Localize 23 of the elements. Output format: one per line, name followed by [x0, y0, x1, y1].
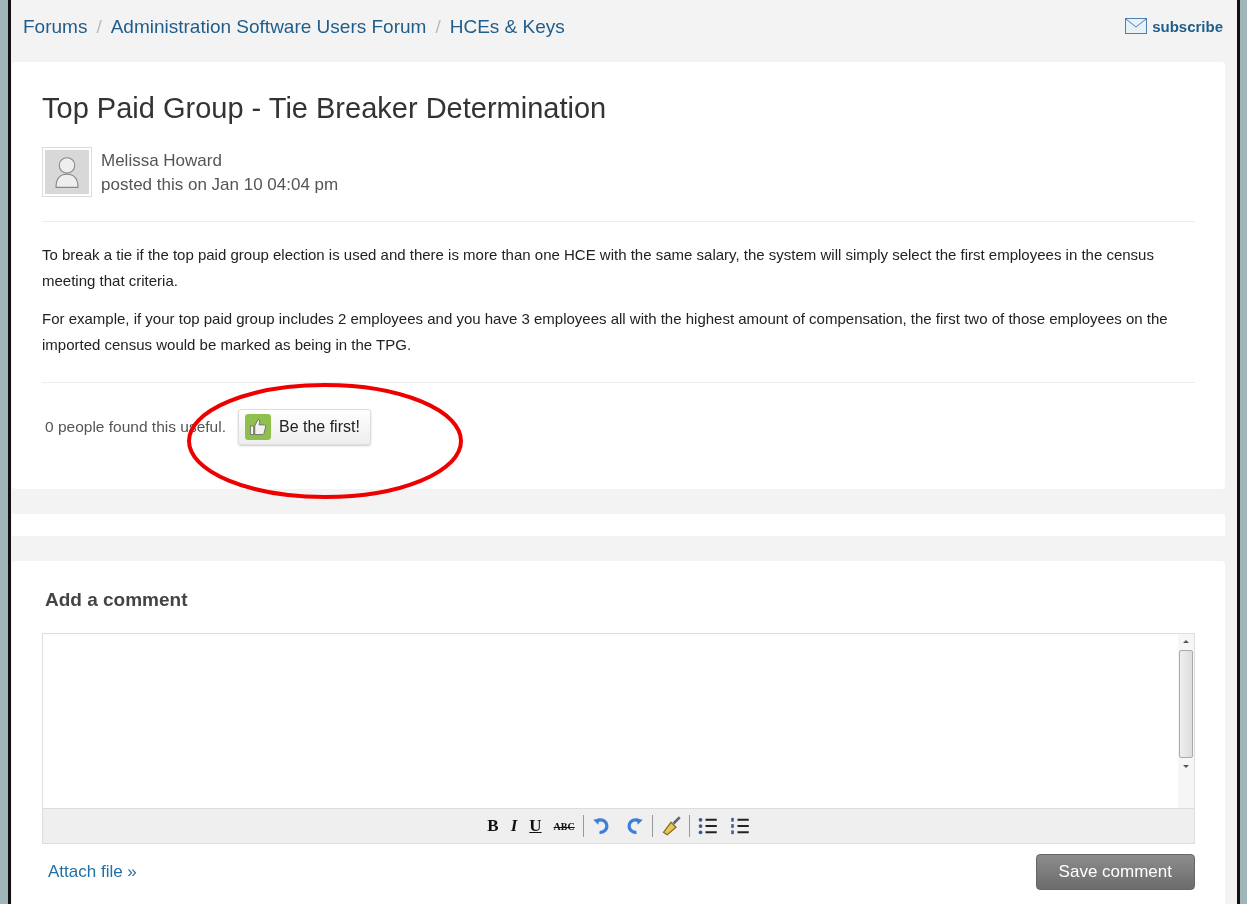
attach-file-link[interactable]: Attach file »: [48, 862, 137, 882]
breadcrumb-separator: /: [435, 16, 441, 38]
post-date: posted this on Jan 10 04:04 pm: [101, 174, 339, 196]
subscribe-link[interactable]: subscribe: [1125, 17, 1223, 35]
bold-button[interactable]: B: [483, 816, 503, 836]
scrollbar[interactable]: [1178, 634, 1194, 808]
thumbs-up-icon: [244, 414, 271, 440]
breadcrumb-link[interactable]: HCEs & Keys: [449, 16, 565, 38]
post-paragraph: For example, if your top paid group includes 2 employees and you have 3 employees all with the highest amount of compensation, the first two of those employees on the imported census would be marked as being in the TPG.: [42, 309, 1169, 355]
comment-heading: Add a comment: [45, 589, 189, 611]
comment-editor[interactable]: B I U ABC: [42, 633, 1195, 844]
strikethrough-button[interactable]: ABC: [549, 820, 579, 832]
like-button[interactable]: Be the first!: [237, 409, 371, 445]
post-title: Top Paid Group - Tie Breaker Determination: [42, 92, 608, 125]
post-paragraph: To break a tie if the top paid group election is used and there is more than one HCE with the same salary, the system will simply select the first employees in the census meeting that criteria.: [42, 245, 1155, 291]
save-comment-button[interactable]: Save comment: [1035, 854, 1195, 890]
author-name: Melissa Howard: [101, 150, 223, 172]
italic-button[interactable]: I: [506, 816, 522, 836]
underline-button[interactable]: U: [525, 816, 546, 836]
envelope-icon: [1125, 18, 1148, 34]
breadcrumb-link[interactable]: Forums: [23, 16, 88, 38]
breadcrumb-link[interactable]: Administration Software Users Forum: [110, 16, 427, 38]
breadcrumb-separator: /: [96, 16, 102, 38]
